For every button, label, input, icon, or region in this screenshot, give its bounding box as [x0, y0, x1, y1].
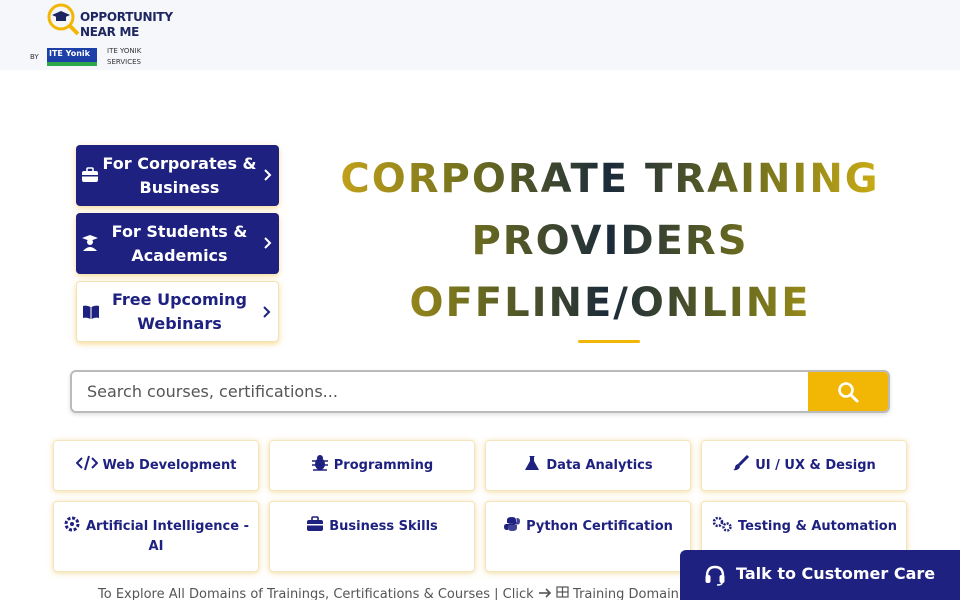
category-label: Artificial Intelligence - AI [85, 519, 249, 554]
brand-name: ITE YONIK SERVICES [107, 47, 142, 66]
category-web-development[interactable]: Web Development [53, 440, 259, 491]
category-ui-ux-design[interactable]: UI / UX & Design [701, 440, 907, 491]
gear-icon [64, 516, 80, 532]
search-icon [838, 381, 859, 402]
brush-icon [733, 455, 750, 471]
site-header: OPPORTUNITY NEAR ME BY ITE Yonik ITE YON… [0, 0, 960, 70]
webinars-label: Free Upcoming Webinars [112, 289, 247, 333]
category-label: Web Development [102, 458, 237, 473]
headset-icon [705, 565, 725, 586]
training-domain-link[interactable]: Training Domain [573, 587, 679, 600]
python-icon [504, 517, 521, 531]
category-label: Python Certification [526, 519, 673, 534]
customer-care-button[interactable]: Talk to Customer Care [680, 550, 960, 600]
category-label: Business Skills [329, 519, 438, 534]
category-business-skills[interactable]: Business Skills [269, 501, 475, 572]
category-label: Programming [333, 458, 434, 473]
code-icon [75, 455, 98, 471]
logo[interactable]: OPPORTUNITY NEAR ME BY ITE Yonik ITE YON… [30, 2, 190, 68]
corporates-label: For Corporates & Business [102, 153, 257, 197]
briefcase-icon [82, 167, 98, 182]
explore-domains-text: To Explore All Domains of Trainings, Cer… [98, 586, 679, 600]
chevron-right-icon [264, 169, 272, 181]
category-data-analytics[interactable]: Data Analytics [485, 440, 691, 491]
search-cap-logo-icon [47, 3, 80, 36]
customer-care-label: Talk to Customer Care [736, 564, 936, 583]
search-button[interactable] [808, 372, 888, 411]
category-artificial-intelligence[interactable]: Artificial Intelligence - AI [53, 501, 259, 572]
category-programming[interactable]: Programming [269, 440, 475, 491]
category-label: Data Analytics [546, 458, 653, 473]
category-python-certification[interactable]: Python Certification [485, 501, 691, 572]
bug-icon [311, 455, 328, 471]
page-title: CORPORATE TRAINING PROVIDERS OFFLINE/ONL… [330, 148, 890, 334]
title-underline [578, 340, 640, 343]
students-button[interactable]: For Students & Academics [76, 213, 279, 274]
search-input[interactable] [72, 372, 810, 411]
students-label: For Students & Academics [111, 221, 248, 265]
briefcase-icon [307, 516, 324, 531]
search-bar [70, 370, 890, 413]
graduate-icon [82, 235, 98, 251]
chevron-right-icon [263, 306, 271, 318]
brand-badge: ITE Yonik [47, 48, 97, 66]
category-label: UI / UX & Design [755, 458, 876, 473]
corporates-button[interactable]: For Corporates & Business [76, 145, 279, 206]
flask-icon [525, 456, 540, 470]
gears-icon [712, 516, 732, 532]
category-label: Testing & Automation [738, 519, 897, 534]
chevron-right-icon [264, 237, 272, 249]
book-icon [83, 305, 99, 319]
logo-title: OPPORTUNITY NEAR ME [80, 10, 173, 39]
webinars-button[interactable]: Free Upcoming Webinars [76, 281, 279, 342]
logo-by: BY [30, 53, 39, 61]
arrow-right-icon [538, 588, 551, 598]
grid-icon [556, 586, 569, 598]
